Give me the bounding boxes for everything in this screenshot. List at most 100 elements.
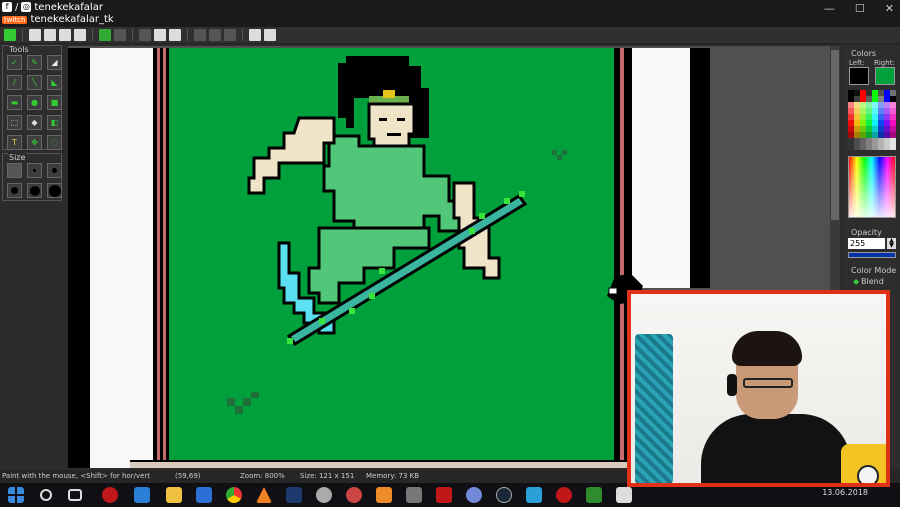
sprite-mouth [387,133,401,136]
task-view-icon[interactable] [68,489,82,501]
sprite-sparkle [379,268,385,274]
line-tool-icon[interactable]: ╲ [27,75,42,90]
flip-tool-icon[interactable]: ◧ [47,115,62,130]
status-hint: Paint with the mouse, <Shift> for hor/ve… [2,472,151,480]
twitch-overlay: twitch tenekekafalar_tk [2,13,114,26]
sprite-sparkle [504,198,510,204]
text-tool-icon[interactable]: T [7,135,22,150]
pencil-tool-icon[interactable]: ✎ [27,55,42,70]
sprite-face [367,102,416,151]
taskbar-clock[interactable]: 13.06.2018 [822,488,868,497]
copy-icon[interactable] [154,29,166,41]
brush-size-3[interactable] [47,163,62,178]
sprite-sparkle [369,293,375,299]
undo-icon[interactable] [99,29,111,41]
instagram-icon: ◎ [21,2,32,12]
toolbar-divider [92,29,93,41]
opacity-input[interactable]: 255 [848,238,885,249]
canvas-border-left [153,48,169,468]
minimize-button[interactable]: — [824,2,835,15]
save-as-icon[interactable] [74,29,86,41]
sprite-torso [322,134,466,243]
new-file-icon[interactable] [29,29,41,41]
app-icon-gray[interactable] [406,487,422,503]
eraser-tool-icon[interactable]: ◢ [47,55,62,70]
media-player-icon[interactable] [376,487,392,503]
fill-tool-icon[interactable]: ◣ [47,75,62,90]
cut-icon[interactable] [139,29,151,41]
vlc-icon[interactable] [256,487,272,503]
store-icon[interactable] [196,487,212,503]
color-spectrum-picker[interactable] [848,156,896,218]
opacity-panel-title: Opacity [851,228,882,237]
toolbar-divider [132,29,133,41]
zoom-out-icon[interactable] [209,29,221,41]
scrollbar-thumb[interactable] [831,50,839,220]
maximize-button[interactable]: ☐ [855,2,865,15]
app-icon-red-square[interactable] [436,487,452,503]
save-file-icon[interactable] [59,29,71,41]
sprite-sparkle [287,338,293,344]
ellipse-tool-icon[interactable]: ● [27,95,42,110]
brush-tool-icon[interactable]: / [7,75,22,90]
sprite-sparkle [519,191,525,197]
grass-tuft [552,150,567,160]
color-mode-panel-title: Color Mode [851,266,897,275]
sprite-sparkle [349,308,355,314]
zoom-in-icon[interactable] [194,29,206,41]
rectangle-tool-icon[interactable]: ▬ [7,95,22,110]
checkmark-icon[interactable] [4,29,16,41]
color-palette[interactable] [848,90,896,150]
blend-radio-icon[interactable]: ◆ [853,277,859,286]
left-color-swatch[interactable] [849,67,869,85]
color-picker-tool-icon[interactable]: ✥ [27,135,42,150]
canvas-frame-left [68,48,90,468]
move-tool-icon[interactable]: ◆ [27,115,42,130]
file-explorer-icon[interactable] [166,487,182,503]
brush-size-5[interactable] [27,183,42,198]
color-mode-value[interactable]: Blend [861,277,884,286]
windows-start-icon[interactable] [8,487,24,503]
sprite-sparkle [479,213,485,219]
redo-icon[interactable] [114,29,126,41]
opacity-spinner-icon[interactable]: ▲ ▼ [887,238,896,249]
sprite-sparkle [319,318,325,324]
app-icon-red-dots[interactable] [556,487,572,503]
app-icon-white[interactable] [616,487,632,503]
zoom-fit-icon[interactable] [224,29,236,41]
select-tool-icon[interactable]: ✓ [7,55,22,70]
brush-size-2[interactable] [27,163,42,178]
search-icon[interactable] [40,489,52,501]
lasso-tool-icon[interactable]: ◌ [47,135,62,150]
discord-icon[interactable] [466,487,482,503]
brush-size-4[interactable] [7,183,22,198]
main-toolbar [0,27,900,44]
steam-icon[interactable] [496,487,512,503]
app-icon-red-circle[interactable] [102,487,118,503]
right-color-swatch[interactable] [875,67,895,85]
app-icon-red[interactable] [346,487,362,503]
pixel-editor-taskbar-icon[interactable] [586,487,602,503]
headphones-icon [727,374,737,396]
open-file-icon[interactable] [44,29,56,41]
filled-rect-tool-icon[interactable]: ■ [47,95,62,110]
photoshop-icon[interactable] [286,487,302,503]
close-button[interactable]: ✕ [885,2,894,15]
paste-icon[interactable] [169,29,181,41]
edge-browser-icon[interactable] [134,487,150,503]
pixel-art-character [227,56,567,414]
brush-size-6[interactable] [47,183,62,198]
settings-icon[interactable] [264,29,276,41]
marquee-tool-icon[interactable]: ⬚ [7,115,22,130]
grid-icon[interactable] [249,29,261,41]
webcam-person-shirt [701,414,851,483]
twitch-handle: tenekekafalar_tk [30,14,114,25]
chrome-icon[interactable] [226,487,242,503]
left-color-label: Left: [849,59,865,67]
paint-icon[interactable] [316,487,332,503]
brush-size-1[interactable] [7,163,22,178]
app-icon-blue[interactable] [526,487,542,503]
palette-swatch[interactable] [890,144,896,150]
opacity-slider[interactable] [848,252,896,258]
colors-panel-title: Colors [851,49,877,58]
